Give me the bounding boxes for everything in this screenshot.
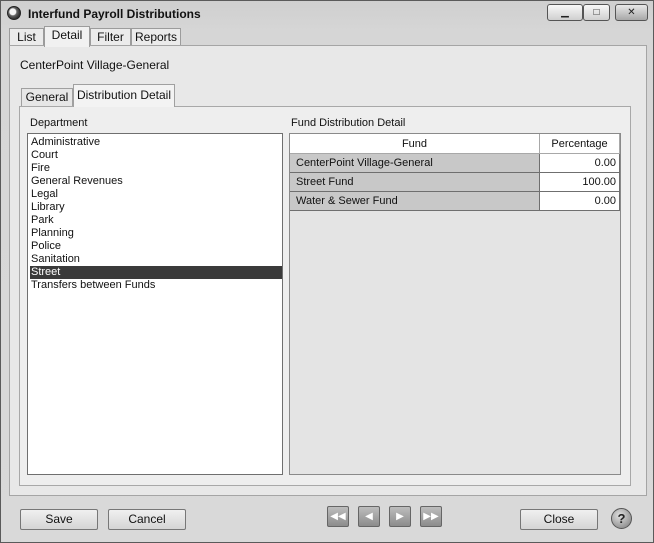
fund-cell[interactable]: CenterPoint Village-General bbox=[290, 154, 540, 173]
list-item-selected[interactable]: Street bbox=[30, 266, 282, 279]
list-item[interactable]: Park bbox=[31, 214, 281, 227]
title-bar[interactable]: Interfund Payroll Distributions ▁ □ ✕ bbox=[1, 1, 653, 27]
list-item[interactable]: Sanitation bbox=[31, 253, 281, 266]
list-item[interactable]: Transfers between Funds bbox=[31, 279, 281, 292]
fund-cell[interactable]: Street Fund bbox=[290, 173, 540, 192]
fund-distribution-label: Fund Distribution Detail bbox=[291, 117, 406, 129]
column-header-percentage[interactable]: Percentage bbox=[540, 134, 620, 154]
help-icon[interactable]: ? bbox=[611, 508, 632, 529]
last-record-button[interactable]: ▶▶ bbox=[420, 506, 442, 527]
list-item[interactable]: Court bbox=[31, 149, 281, 162]
percentage-cell[interactable]: 0.00 bbox=[540, 192, 620, 211]
close-button[interactable]: Close bbox=[520, 509, 598, 530]
fund-cell[interactable]: Water & Sewer Fund bbox=[290, 192, 540, 211]
tab-list[interactable]: List bbox=[9, 28, 44, 45]
tab-reports[interactable]: Reports bbox=[131, 28, 181, 45]
department-label: Department bbox=[30, 117, 88, 129]
column-header-fund[interactable]: Fund bbox=[290, 134, 540, 154]
list-item[interactable]: Legal bbox=[31, 188, 281, 201]
tab-filter[interactable]: Filter bbox=[90, 28, 131, 45]
department-list[interactable]: Administrative Court Fire General Revenu… bbox=[27, 133, 283, 475]
list-item[interactable]: General Revenues bbox=[31, 175, 281, 188]
record-title: CenterPoint Village-General bbox=[20, 58, 170, 72]
maximize-button[interactable]: □ bbox=[583, 4, 610, 21]
percentage-cell[interactable]: 0.00 bbox=[540, 154, 620, 173]
list-item[interactable]: Planning bbox=[31, 227, 281, 240]
subtab-general[interactable]: General bbox=[21, 88, 73, 106]
minimize-button[interactable]: ▁ bbox=[547, 4, 583, 21]
first-record-button[interactable]: ◀◀ bbox=[327, 506, 349, 527]
percentage-cell[interactable]: 100.00 bbox=[540, 173, 620, 192]
list-item[interactable]: Library bbox=[31, 201, 281, 214]
app-icon bbox=[7, 6, 21, 20]
cancel-button[interactable]: Cancel bbox=[108, 509, 186, 530]
previous-record-button[interactable]: ◀ bbox=[358, 506, 380, 527]
list-item[interactable]: Fire bbox=[31, 162, 281, 175]
close-window-button[interactable]: ✕ bbox=[615, 4, 648, 21]
window-title: Interfund Payroll Distributions bbox=[28, 7, 201, 21]
save-button[interactable]: Save bbox=[20, 509, 98, 530]
tab-detail[interactable]: Detail bbox=[44, 26, 90, 47]
next-record-button[interactable]: ▶ bbox=[389, 506, 411, 527]
list-item[interactable]: Administrative bbox=[31, 136, 281, 149]
subtab-distribution-detail[interactable]: Distribution Detail bbox=[73, 84, 175, 107]
list-item[interactable]: Police bbox=[31, 240, 281, 253]
